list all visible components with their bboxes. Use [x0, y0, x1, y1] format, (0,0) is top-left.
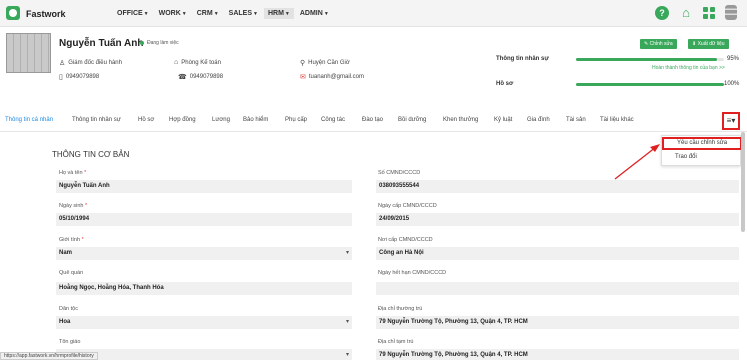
avatar: [6, 33, 51, 73]
map-pin-icon: ⚲: [300, 60, 306, 67]
discussion-item[interactable]: Trao đổi: [662, 151, 742, 164]
request-edit-item[interactable]: Yêu cầu chỉnh sửa: [662, 137, 742, 150]
profile-docs-progress: [576, 83, 724, 86]
help-icon[interactable]: ?: [655, 5, 669, 20]
profile-tabs: Thông tin cá nhân Thông tin nhân sự Hồ s…: [0, 110, 747, 132]
brand-name: Fastwork: [26, 9, 66, 19]
id-issue-date-label: Ngày cấp CMND/CCCD: [378, 203, 437, 209]
telephone-icon: ☎: [178, 74, 187, 81]
tab-allowance[interactable]: Phụ cấp: [285, 117, 307, 123]
page-scrollbar[interactable]: [741, 132, 745, 232]
tab-fostering[interactable]: Bồi dưỡng: [398, 117, 426, 123]
home-icon[interactable]: ⌂: [679, 5, 693, 20]
menu-admin[interactable]: ADMIN▼: [296, 8, 333, 19]
status-url-tooltip: https://app.fastwork.vn/hrmprofile/histo…: [0, 352, 98, 360]
tab-staff-info[interactable]: Thông tin nhân sự: [72, 117, 121, 123]
birthdate-label: Ngày sinh *: [59, 203, 88, 209]
menu-work[interactable]: WORK▼: [155, 8, 191, 19]
tab-insurance[interactable]: Bảo hiểm: [243, 117, 268, 123]
chevron-down-icon: ▼: [284, 11, 290, 17]
fastwork-logo-icon[interactable]: [6, 6, 20, 20]
id-expiry-label: Ngày hết hạn CMND/CCCD: [378, 270, 447, 276]
tab-salary[interactable]: Lương: [212, 117, 230, 123]
id-number-input[interactable]: 038093555544: [376, 180, 739, 193]
tab-training[interactable]: Đào tạo: [362, 117, 383, 123]
id-issue-place-label: Nơi cấp CMND/CCCD: [378, 237, 433, 243]
tab-other-documents[interactable]: Tài liệu khác: [600, 117, 634, 123]
main-menu: OFFICE▼ WORK▼ CRM▼ SALES▼ HRM▼ ADMIN▼: [113, 0, 335, 27]
more-menu-button[interactable]: ≡▾: [722, 112, 740, 130]
section-title: THÔNG TIN CƠ BẢN: [52, 150, 130, 159]
mobile-phone-icon: ▯: [59, 74, 63, 81]
profile-docs-label: Hồ sơ: [496, 81, 514, 87]
menu-sales[interactable]: SALES▼: [225, 8, 262, 19]
menu-office[interactable]: OFFICE▼: [113, 8, 153, 19]
tab-family[interactable]: Gia đình: [527, 117, 550, 123]
mail-icon: ✉: [300, 74, 306, 81]
chevron-down-icon: ▼: [181, 11, 187, 17]
id-issue-place-input[interactable]: Công an Hà Nội: [376, 247, 739, 260]
chevron-down-icon: ▼: [253, 11, 258, 17]
permanent-address-label: Địa chỉ thường trú: [378, 306, 423, 312]
tab-discipline[interactable]: Kỷ luật: [494, 117, 512, 123]
profile-docs-percent: 100%: [724, 81, 740, 87]
menu-crm[interactable]: CRM▼: [193, 8, 223, 19]
religion-label: Tôn giáo: [59, 339, 81, 345]
fullname-input[interactable]: Nguyễn Tuấn Anh: [56, 180, 352, 193]
chevron-down-icon: ▼: [213, 11, 219, 17]
fullname-label: Họ và tên *: [59, 170, 87, 176]
export-button[interactable]: ⬇ Xuất dữ liệu: [688, 39, 729, 49]
ethnicity-label: Dân tộc: [59, 306, 78, 312]
tab-rewards[interactable]: Khen thưởng: [443, 117, 478, 123]
temporary-address-label: Địa chỉ tạm trú: [378, 339, 414, 345]
employee-status: Đang làm việc: [147, 40, 179, 46]
department-info: ⌂ Phòng Kế toán: [174, 59, 221, 66]
employee-name: Nguyễn Tuấn Anh: [59, 38, 144, 49]
more-menu-dropdown: Yêu cầu chỉnh sửa Trao đổi: [661, 135, 742, 166]
birthdate-input[interactable]: 05/10/1994: [56, 213, 352, 226]
email-info: ✉ tuananh@gmail.com: [300, 74, 364, 81]
phone2-info: ☎ 0949079898: [178, 74, 224, 81]
menu-hrm[interactable]: HRM▼: [263, 8, 294, 19]
staff-info-progress: [576, 58, 724, 61]
tab-contract[interactable]: Hợp đồng: [169, 117, 196, 123]
chevron-down-icon: ▼: [323, 11, 329, 17]
id-number-label: Số CMND/CCCD: [378, 170, 421, 176]
home-icon: ⌂: [174, 59, 179, 66]
temporary-address-input[interactable]: 79 Nguyễn Trường Tộ, Phường 13, Quận 4, …: [376, 349, 739, 360]
id-expiry-input[interactable]: [376, 282, 739, 295]
gender-label: Giới tính *: [59, 237, 84, 243]
hometown-label: Quê quán: [59, 270, 84, 276]
tab-assets[interactable]: Tài sản: [566, 117, 586, 123]
ethnicity-select[interactable]: Hoa: [56, 316, 352, 329]
top-navbar: Fastwork OFFICE▼ WORK▼ CRM▼ SALES▼ HRM▼ …: [0, 0, 747, 27]
religion-select[interactable]: [56, 349, 352, 360]
hometown-input[interactable]: Hoằng Ngọc, Hoằng Hóa, Thanh Hóa: [56, 282, 352, 295]
id-issue-date-input[interactable]: 24/09/2015: [376, 213, 739, 226]
tab-business-trip[interactable]: Công tác: [321, 117, 345, 123]
status-dot-icon: [140, 41, 144, 45]
permanent-address-input[interactable]: 79 Nguyễn Trường Tộ, Phường 13, Quận 4, …: [376, 316, 739, 329]
tab-profile[interactable]: Hồ sơ: [138, 117, 154, 123]
phone1-info: ▯ 0949079898: [59, 74, 100, 81]
complete-info-link[interactable]: Hoàn thành thông tin của bạn >>: [652, 65, 725, 71]
staff-info-percent: 95%: [727, 56, 740, 62]
location-info: ⚲ Huyện Cần Giờ: [300, 60, 350, 67]
chevron-down-icon: ▼: [143, 11, 149, 17]
staff-info-label: Thông tin nhân sự: [496, 56, 549, 62]
list-icon: ≡▾: [726, 116, 736, 125]
profile-header: Nguyễn Tuấn Anh Đang làm việc ♙ Giám đốc …: [0, 27, 747, 100]
apps-grid-icon[interactable]: [703, 6, 715, 19]
tab-personal-info[interactable]: Thông tin cá nhân: [5, 117, 53, 123]
position-info: ♙ Giám đốc điều hành: [59, 60, 122, 67]
annotation-arrow-icon: [614, 144, 660, 180]
user-icon: ♙: [59, 60, 66, 67]
user-avatar-icon[interactable]: [725, 5, 737, 20]
edit-button[interactable]: ✎ Chỉnh sửa: [640, 39, 677, 49]
gender-select[interactable]: Nam: [56, 247, 352, 260]
